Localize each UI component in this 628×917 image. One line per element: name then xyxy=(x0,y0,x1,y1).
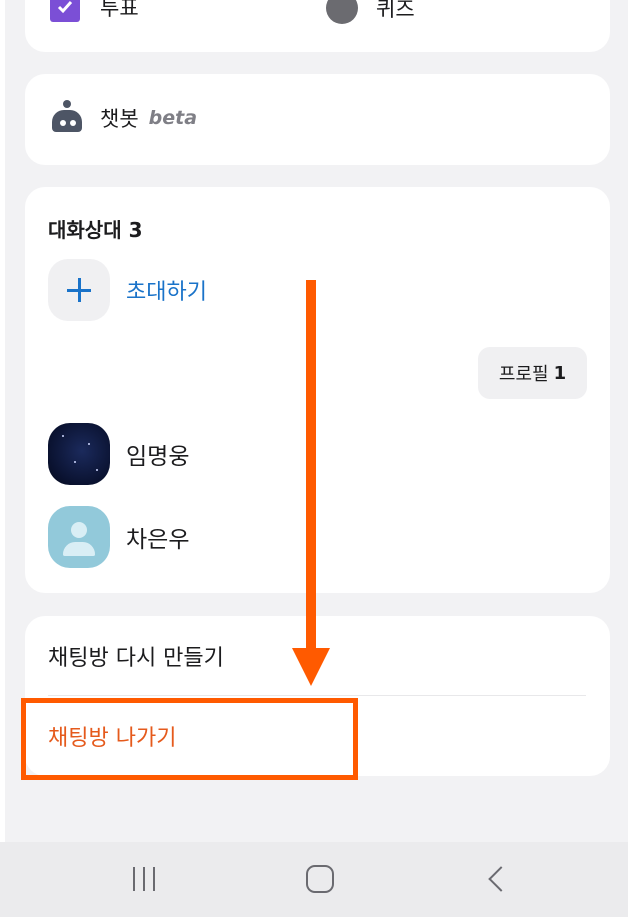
avatar xyxy=(48,423,110,485)
members-title: 대화상대 3 xyxy=(48,218,143,242)
plus-icon xyxy=(48,259,110,321)
divider xyxy=(48,695,586,696)
screen-edge xyxy=(0,0,5,917)
profile-button[interactable]: 프로필 1 xyxy=(478,347,587,399)
profile-count: 1 xyxy=(553,362,567,384)
home-icon[interactable] xyxy=(305,864,335,894)
quiz-q-icon xyxy=(326,0,358,24)
invite-button[interactable]: 초대하기 xyxy=(48,259,207,321)
highlight-box xyxy=(21,698,358,780)
chatbot-button[interactable]: 챗봇 beta xyxy=(50,100,197,136)
member-row[interactable]: 임명웅 xyxy=(48,423,189,485)
recent-apps-icon[interactable] xyxy=(128,864,160,894)
remake-chatroom-button[interactable]: 채팅방 다시 만들기 xyxy=(48,640,224,672)
annotation-arrow-shaft xyxy=(306,280,316,655)
system-nav-bar xyxy=(0,842,628,917)
beta-badge: beta xyxy=(148,107,198,129)
quiz-label: 퀴즈 xyxy=(376,0,415,21)
member-name: 임명웅 xyxy=(126,444,190,470)
chatbot-label: 챗봇 xyxy=(100,107,139,131)
vote-checkbox-icon xyxy=(50,0,80,22)
member-name: 차은우 xyxy=(126,527,190,553)
quiz-button[interactable]: 퀴즈 xyxy=(326,0,415,24)
invite-label: 초대하기 xyxy=(126,280,207,305)
back-icon[interactable] xyxy=(482,864,514,894)
vote-label: 투표 xyxy=(100,0,139,20)
robot-icon xyxy=(50,100,84,136)
member-row[interactable]: 차은우 xyxy=(48,506,189,568)
avatar xyxy=(48,506,110,568)
arrow-down-icon xyxy=(292,648,330,686)
profile-button-label: 프로필 xyxy=(498,364,549,385)
vote-button[interactable]: 투표 xyxy=(50,0,139,22)
